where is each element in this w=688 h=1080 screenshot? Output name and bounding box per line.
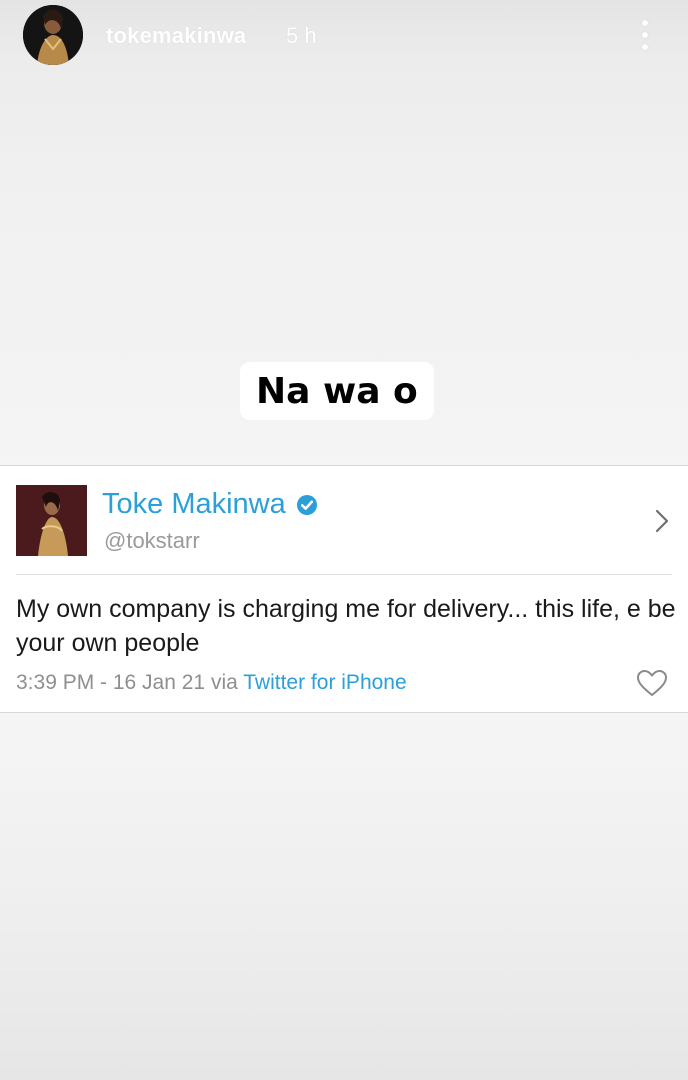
verified-badge-icon [296,494,317,515]
tweet-source-link[interactable]: Twitter for iPhone [243,671,406,694]
tweet-author-handle[interactable]: @tokstarr [104,528,200,554]
tweet-author-name-label: Toke Makinwa [102,488,286,520]
tweet-avatar[interactable] [16,485,87,556]
story-username[interactable]: tokemakinwa [106,23,246,49]
tweet-text: My own company is charging me for delive… [16,595,676,657]
tweet-meta: 3:39 PM - 16 Jan 21 via Twitter for iPho… [16,671,407,695]
tweet-card[interactable]: Toke Makinwa @tokstarr My own company is… [0,465,688,713]
story-timestamp: 5 h [286,23,317,48]
story-header: tokemakinwa 5 h [0,0,688,72]
more-vertical-icon[interactable] [638,18,652,52]
tweet-timestamp: 3:39 PM - 16 Jan 21 via [16,671,244,694]
heart-outline-icon[interactable] [636,669,668,697]
story-caption: Na wa o [240,362,434,420]
tweet-author-name[interactable]: Toke Makinwa [102,488,318,521]
tweet-divider [16,574,672,575]
story-avatar[interactable] [23,5,83,65]
chevron-right-icon[interactable] [654,508,670,534]
